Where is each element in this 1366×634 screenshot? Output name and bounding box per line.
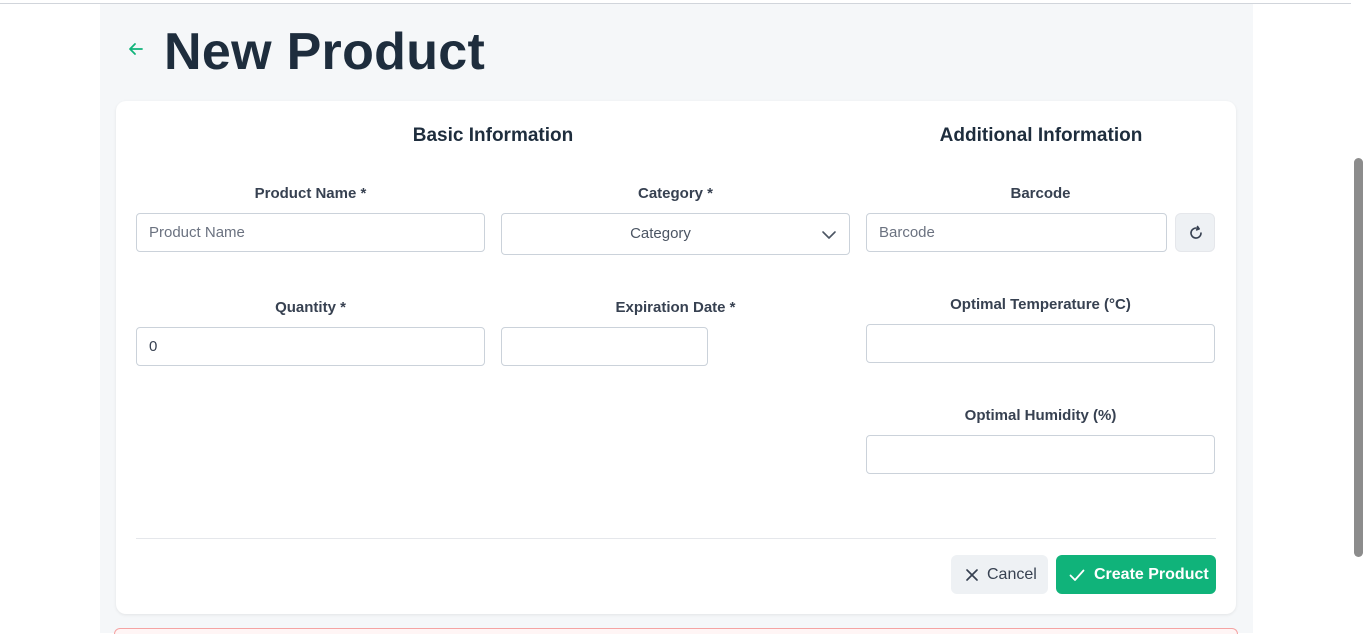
- optimal-humidity-input[interactable]: [866, 435, 1215, 474]
- form-divider: [136, 538, 1216, 539]
- alert-box-edge: [114, 628, 1238, 634]
- barcode-input[interactable]: [866, 213, 1167, 252]
- create-product-button-label: Create Product: [1094, 566, 1209, 583]
- optimal-humidity-label: Optimal Humidity (%): [964, 407, 1117, 424]
- optimal-temperature-label: Optimal Temperature (°C): [950, 296, 1131, 313]
- cancel-button-label: Cancel: [987, 566, 1037, 583]
- product-name-input[interactable]: [136, 213, 485, 252]
- check-icon: [1069, 569, 1085, 581]
- optimal-temperature-input[interactable]: [866, 324, 1215, 363]
- cancel-button[interactable]: Cancel: [951, 555, 1048, 594]
- page-title: New Product: [164, 23, 486, 81]
- scrollbar-thumb[interactable]: [1354, 158, 1363, 557]
- expiration-date-label: Expiration Date *: [615, 299, 736, 316]
- generate-barcode-button[interactable]: [1175, 213, 1215, 252]
- close-icon: [966, 569, 978, 581]
- category-label: Category *: [637, 185, 714, 202]
- refresh-icon: [1190, 225, 1202, 239]
- expiration-date-input[interactable]: [501, 327, 708, 366]
- category-selected-value: Category: [630, 225, 691, 242]
- arrow-left-icon[interactable]: [125, 38, 147, 60]
- quantity-label: Quantity *: [275, 299, 346, 316]
- product-name-label: Product Name *: [254, 185, 367, 202]
- category-select[interactable]: Category: [501, 213, 850, 255]
- section-title-additional: Additional Information: [939, 125, 1143, 146]
- quantity-input[interactable]: [136, 327, 485, 366]
- barcode-label: Barcode: [1010, 185, 1071, 202]
- chevron-down-icon: [821, 227, 837, 243]
- create-product-button[interactable]: Create Product: [1056, 555, 1216, 594]
- section-title-basic: Basic Information: [412, 125, 574, 146]
